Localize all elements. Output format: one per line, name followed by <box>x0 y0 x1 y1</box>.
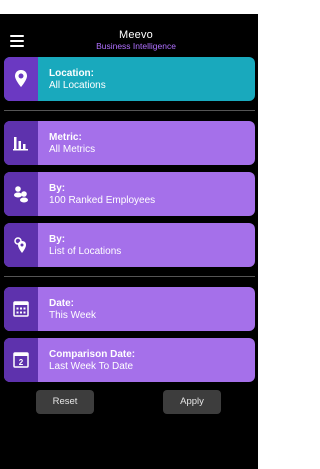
reset-button[interactable]: Reset <box>36 390 94 414</box>
location-filter-card[interactable]: Location: All Locations <box>4 57 255 101</box>
calendar-day-number: 2 <box>19 358 24 367</box>
comparison-date-icon-box: 2 <box>4 338 38 382</box>
locations-icon <box>14 237 26 253</box>
employees-icon-box <box>4 172 38 216</box>
bar-chart-icon <box>13 137 28 151</box>
location-pin-icon <box>15 70 27 87</box>
app-header: Meevo Business Intelligence <box>0 14 258 54</box>
location-filter-value: All Locations <box>49 80 106 91</box>
comparison-date-filter-card[interactable]: 2 Comparison Date: Last Week To Date <box>4 338 255 382</box>
locations-icon-box <box>4 223 38 267</box>
report-filter-screen: Meevo Business Intelligence Location: Al… <box>0 14 258 469</box>
group-by-employees-value: 100 Ranked Employees <box>49 195 156 206</box>
comparison-date-filter-value: Last Week To Date <box>49 361 134 372</box>
comparison-date-filter-title: Comparison Date: <box>49 349 136 360</box>
metric-filter-value: All Metrics <box>49 144 96 155</box>
metric-filter-title: Metric: <box>49 132 82 143</box>
group-by-employees-title: By: <box>49 183 66 194</box>
group-by-locations-title: By: <box>49 234 66 245</box>
group-by-locations-value: List of Locations <box>49 246 122 257</box>
calendar-2-icon: 2 <box>13 352 29 368</box>
brand-tagline: Business Intelligence <box>96 41 176 51</box>
people-icon <box>14 186 28 203</box>
apply-button[interactable]: Apply <box>163 390 221 414</box>
section-divider <box>4 276 255 277</box>
section-divider <box>4 110 255 111</box>
location-filter-title: Location: <box>49 68 94 79</box>
group-by-locations-card[interactable]: By: List of Locations <box>4 223 255 267</box>
brand-name: Meevo <box>118 29 154 41</box>
calendar-icon <box>13 301 29 317</box>
date-filter-title: Date: <box>49 298 75 309</box>
group-by-employees-card[interactable]: By: 100 Ranked Employees <box>4 172 255 216</box>
metric-icon-box <box>4 121 38 165</box>
date-filter-value: This Week <box>49 310 97 321</box>
metric-filter-card[interactable]: Metric: All Metrics <box>4 121 255 165</box>
date-filter-card[interactable]: Date: This Week <box>4 287 255 331</box>
location-icon-box <box>4 57 38 101</box>
date-icon-box <box>4 287 38 331</box>
